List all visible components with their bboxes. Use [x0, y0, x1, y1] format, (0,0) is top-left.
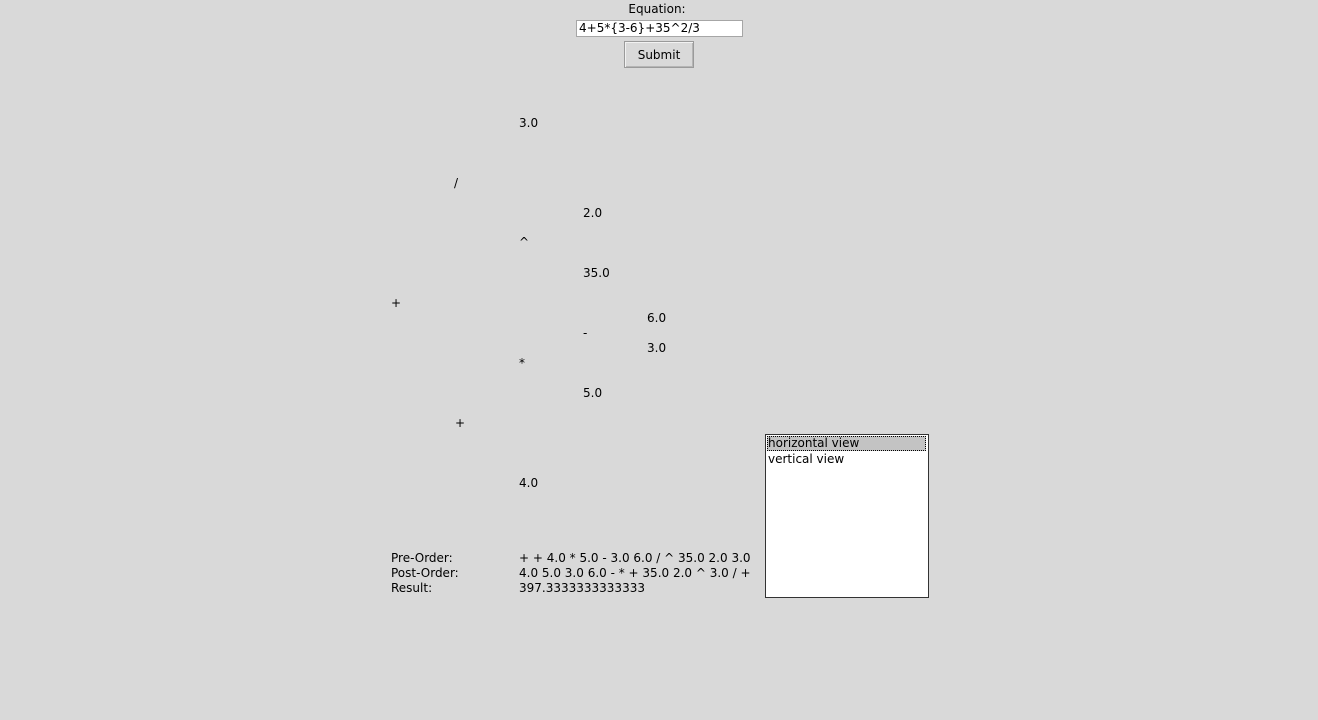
tree-node-4-0: 4.0: [519, 476, 539, 490]
tree-node-35-0: 35.0: [583, 266, 610, 280]
view-mode-listbox[interactable]: horizontal view vertical view: [765, 434, 929, 598]
tree-node-root-plus: +: [391, 296, 402, 310]
listbox-item-horizontal-view[interactable]: horizontal view: [767, 436, 926, 451]
equation-input[interactable]: [576, 20, 743, 37]
app-window: Equation: Submit 3.0 / 2.0 ^ 35.0 + 6.0 …: [0, 0, 1318, 720]
tree-node-2-0: 2.0: [583, 206, 603, 220]
result-label: Result:: [391, 581, 433, 595]
tree-node-3-0-divisor: 3.0: [519, 116, 539, 130]
tree-node-minus: -: [583, 326, 588, 340]
preorder-value: + + 4.0 * 5.0 - 3.0 6.0 / ^ 35.0 2.0 3.0: [519, 551, 751, 565]
submit-button[interactable]: Submit: [624, 41, 694, 68]
result-value: 397.3333333333333: [519, 581, 645, 595]
tree-node-5-0: 5.0: [583, 386, 603, 400]
tree-node-power: ^: [519, 235, 530, 249]
listbox-item-vertical-view[interactable]: vertical view: [767, 452, 926, 467]
equation-label: Equation:: [628, 2, 686, 16]
postorder-value: 4.0 5.0 3.0 6.0 - * + 35.0 2.0 ^ 3.0 / +: [519, 566, 751, 580]
preorder-label: Pre-Order:: [391, 551, 453, 565]
tree-node-6-0: 6.0: [647, 311, 667, 325]
tree-node-3-0: 3.0: [647, 341, 667, 355]
postorder-label: Post-Order:: [391, 566, 459, 580]
tree-node-divide: /: [454, 176, 459, 190]
tree-node-multiply: *: [519, 356, 525, 370]
tree-node-inner-plus: +: [455, 416, 466, 430]
